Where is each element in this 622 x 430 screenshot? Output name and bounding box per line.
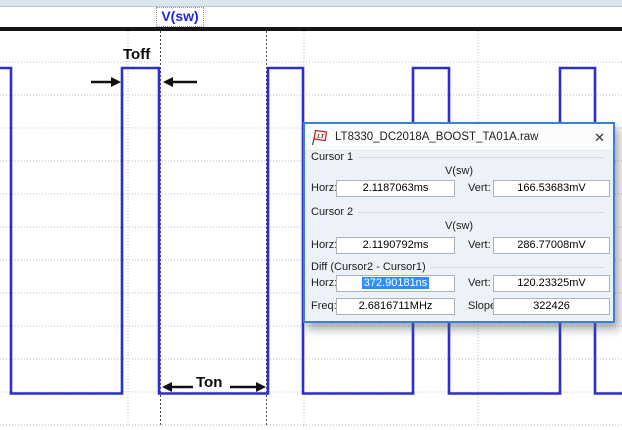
cursor2-trace-name: V(sw) xyxy=(305,220,613,232)
trace-label[interactable]: V(sw) xyxy=(156,7,204,27)
toff-arrow-0-head xyxy=(111,77,121,87)
window-top-strip xyxy=(0,0,622,7)
ton-annotation: Ton xyxy=(196,374,222,391)
cursor1-horz-field[interactable]: 2.1187063ms xyxy=(336,180,455,197)
diff-horz-label: Horz: xyxy=(311,277,337,289)
diff-horz-field[interactable]: 372.90181ns xyxy=(336,275,455,292)
trace-label-text: V(sw) xyxy=(161,8,198,24)
ton-arrow-1-head xyxy=(256,382,266,392)
diff-vert-label: Vert: xyxy=(468,277,491,289)
cursor-dialog: LT LT8330_DC2018A_BOOST_TA01A.raw ✕ Curs… xyxy=(303,122,615,323)
diff-heading: Diff (Cursor2 - Cursor1) xyxy=(311,261,426,273)
cursor1-heading: Cursor 1 xyxy=(311,151,353,163)
groupbox-line xyxy=(358,212,604,213)
cursor2-vert-field[interactable]: 286.77008mV xyxy=(493,237,610,254)
cursor2-row: Horz: 2.1190792ms Vert: 286.77008mV xyxy=(305,237,613,254)
cursor1-vert-label: Vert: xyxy=(468,182,491,194)
cursor2-horz-label: Horz: xyxy=(311,239,337,251)
cursor1-horz-label: Horz: xyxy=(311,182,337,194)
cursor2-horz-field[interactable]: 2.1190792ms xyxy=(336,237,455,254)
cursor1-vert-field[interactable]: 166.53683mV xyxy=(493,180,610,197)
ton-arrow-0-head xyxy=(162,382,172,392)
diff-row: Horz: 372.90181ns Vert: 120.23325mV xyxy=(305,275,613,292)
plot-top-border xyxy=(0,27,622,31)
freq-field[interactable]: 2.6816711MHz xyxy=(336,298,455,315)
groupbox-line xyxy=(431,267,604,268)
dialog-title: LT8330_DC2018A_BOOST_TA01A.raw xyxy=(335,131,539,143)
dialog-title-bar[interactable]: LT LT8330_DC2018A_BOOST_TA01A.raw ✕ xyxy=(305,124,613,151)
svg-text:LT: LT xyxy=(316,133,325,139)
selected-value: 372.90181ns xyxy=(362,277,430,289)
toff-annotation: Toff xyxy=(123,46,150,63)
cursor1-group-header: Cursor 1 xyxy=(311,151,604,163)
diff-group-header: Diff (Cursor2 - Cursor1) xyxy=(311,261,604,273)
slope-field[interactable]: 322426 xyxy=(493,298,610,315)
ltspice-flag-icon: LT xyxy=(310,129,328,146)
cursor2-heading: Cursor 2 xyxy=(311,206,353,218)
toff-arrow-1-head xyxy=(163,77,173,87)
close-button[interactable]: ✕ xyxy=(594,131,605,144)
freq-slope-row: Freq: 2.6816711MHz Slope: 322426 xyxy=(305,298,613,315)
ltspice-waveform-window: V(sw) Toff Ton LT LT8330_DC2018A_BOOST_T… xyxy=(0,0,622,430)
groupbox-line xyxy=(358,157,604,158)
diff-vert-field[interactable]: 120.23325mV xyxy=(493,275,610,292)
cursor1-row: Horz: 2.1187063ms Vert: 166.53683mV xyxy=(305,180,613,197)
freq-label: Freq: xyxy=(311,300,337,312)
cursor2-group-header: Cursor 2 xyxy=(311,206,604,218)
cursor1-trace-name: V(sw) xyxy=(305,165,613,177)
cursor2-vert-label: Vert: xyxy=(468,239,491,251)
